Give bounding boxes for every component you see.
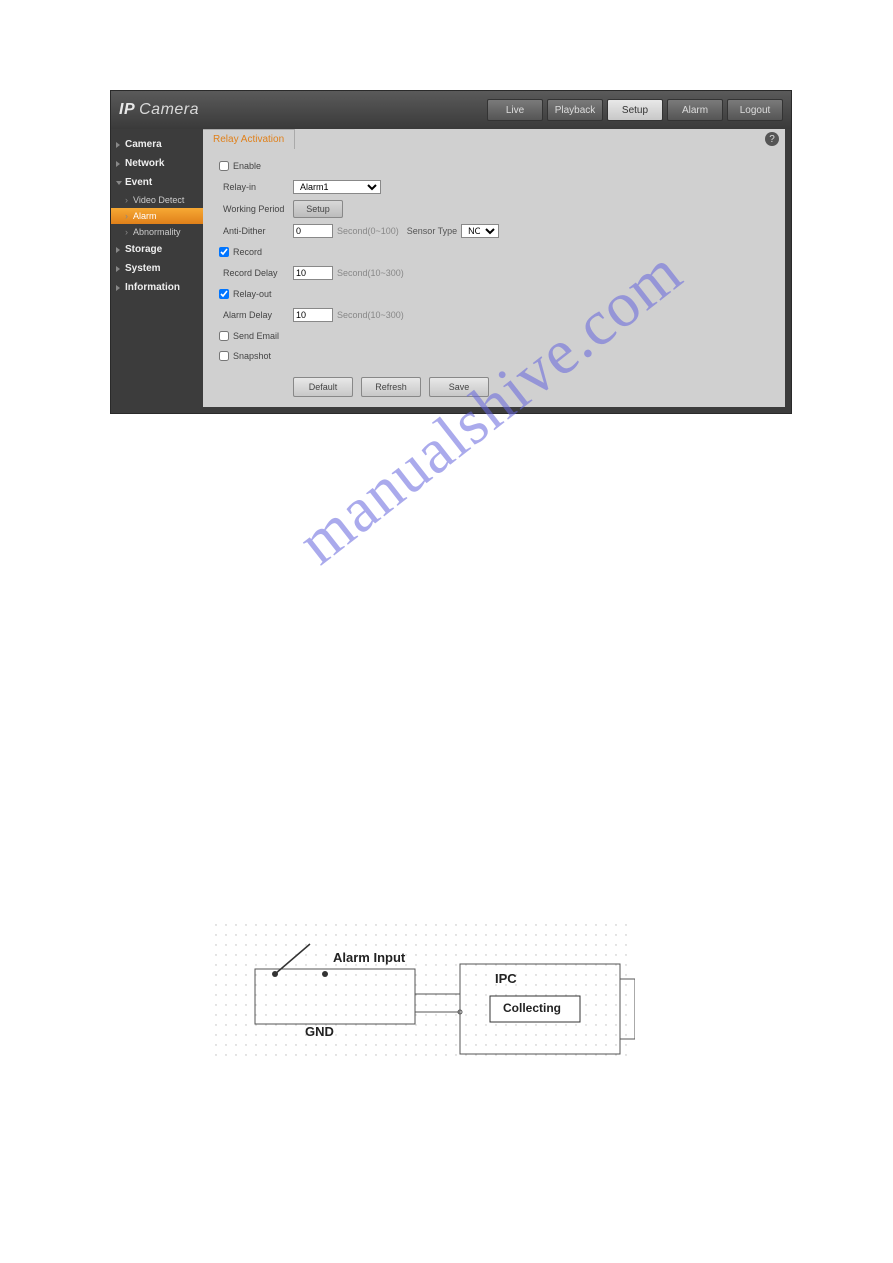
snapshot-label: Snapshot [233, 351, 271, 361]
sidebar-sub-abnormality[interactable]: Abnormality [111, 224, 203, 240]
row-anti-dither: Anti-Dither Second(0~100) Sensor Type NO [215, 223, 773, 239]
send-email-checkbox[interactable] [219, 331, 229, 341]
help-icon[interactable]: ? [765, 132, 779, 146]
nav-setup[interactable]: Setup [607, 99, 663, 121]
sidebar-item-storage[interactable]: Storage [111, 240, 203, 259]
sidebar-sub-alarm[interactable]: Alarm [111, 208, 203, 224]
diagram-svg [215, 924, 635, 1064]
send-email-label: Send Email [233, 331, 279, 341]
action-row: Default Refresh Save [215, 377, 773, 397]
enable-label: Enable [233, 161, 261, 171]
top-nav: Live Playback Setup Alarm Logout [487, 99, 783, 121]
row-record-delay: Record Delay Second(10~300) [215, 265, 773, 281]
tab-bar: Relay Activation ? [203, 129, 785, 149]
sensor-type-select[interactable]: NO [461, 224, 499, 238]
form-area: Enable Relay-in Alarm1 Working Period Se… [203, 149, 785, 407]
app-header: IP Camera Live Playback Setup Alarm Logo… [111, 91, 791, 129]
sidebar-item-system[interactable]: System [111, 259, 203, 278]
refresh-button[interactable]: Refresh [361, 377, 421, 397]
logo-ip: IP [119, 101, 135, 119]
enable-checkbox[interactable] [219, 161, 229, 171]
sidebar-item-camera[interactable]: Camera [111, 135, 203, 154]
row-enable: Enable [215, 159, 773, 173]
sidebar-sub-video-detect[interactable]: Video Detect [111, 192, 203, 208]
anti-dither-hint: Second(0~100) [337, 226, 399, 236]
nav-logout[interactable]: Logout [727, 99, 783, 121]
nav-alarm[interactable]: Alarm [667, 99, 723, 121]
row-alarm-delay: Alarm Delay Second(10~300) [215, 307, 773, 323]
record-delay-input[interactable] [293, 266, 333, 280]
relay-in-select[interactable]: Alarm1 [293, 180, 381, 194]
relay-out-label: Relay-out [233, 289, 272, 299]
row-relay-out: Relay-out [215, 287, 773, 301]
working-period-label: Working Period [215, 204, 293, 214]
alarm-delay-label: Alarm Delay [215, 310, 293, 320]
anti-dither-label: Anti-Dither [215, 226, 293, 236]
default-button[interactable]: Default [293, 377, 353, 397]
row-relay-in: Relay-in Alarm1 [215, 179, 773, 195]
main-panel: Relay Activation ? Enable Relay-in Alarm… [203, 129, 785, 407]
alarm-delay-hint: Second(10~300) [337, 310, 404, 320]
relay-out-checkbox[interactable] [219, 289, 229, 299]
nav-playback[interactable]: Playback [547, 99, 603, 121]
sidebar: Camera Network Event Video Detect Alarm … [111, 129, 203, 413]
app-window: IP Camera Live Playback Setup Alarm Logo… [110, 90, 792, 414]
logo: IP Camera [119, 101, 199, 119]
snapshot-checkbox[interactable] [219, 351, 229, 361]
row-snapshot: Snapshot [215, 349, 773, 363]
nav-live[interactable]: Live [487, 99, 543, 121]
record-delay-hint: Second(10~300) [337, 268, 404, 278]
row-record: Record [215, 245, 773, 259]
diagram-label-gnd: GND [305, 1024, 334, 1039]
save-button[interactable]: Save [429, 377, 489, 397]
logo-camera: Camera [139, 101, 199, 119]
tab-relay-activation[interactable]: Relay Activation [203, 129, 295, 149]
row-send-email: Send Email [215, 329, 773, 343]
anti-dither-input[interactable] [293, 224, 333, 238]
diagram-label-ipc: IPC [495, 971, 517, 986]
record-checkbox[interactable] [219, 247, 229, 257]
relay-in-label: Relay-in [215, 182, 293, 192]
diagram-label-collecting: Collecting [503, 1001, 561, 1015]
sensor-type-label: Sensor Type [407, 226, 457, 236]
sidebar-item-network[interactable]: Network [111, 154, 203, 173]
sidebar-item-event[interactable]: Event [111, 173, 203, 192]
row-working-period: Working Period Setup [215, 201, 773, 217]
alarm-delay-input[interactable] [293, 308, 333, 322]
alarm-input-diagram: Alarm Input GND IPC Collecting [215, 924, 635, 1064]
working-period-setup-button[interactable]: Setup [293, 200, 343, 218]
record-label: Record [233, 247, 262, 257]
record-delay-label: Record Delay [215, 268, 293, 278]
diagram-label-alarm-input: Alarm Input [333, 950, 405, 965]
sidebar-item-information[interactable]: Information [111, 278, 203, 297]
app-body: Camera Network Event Video Detect Alarm … [111, 129, 791, 413]
